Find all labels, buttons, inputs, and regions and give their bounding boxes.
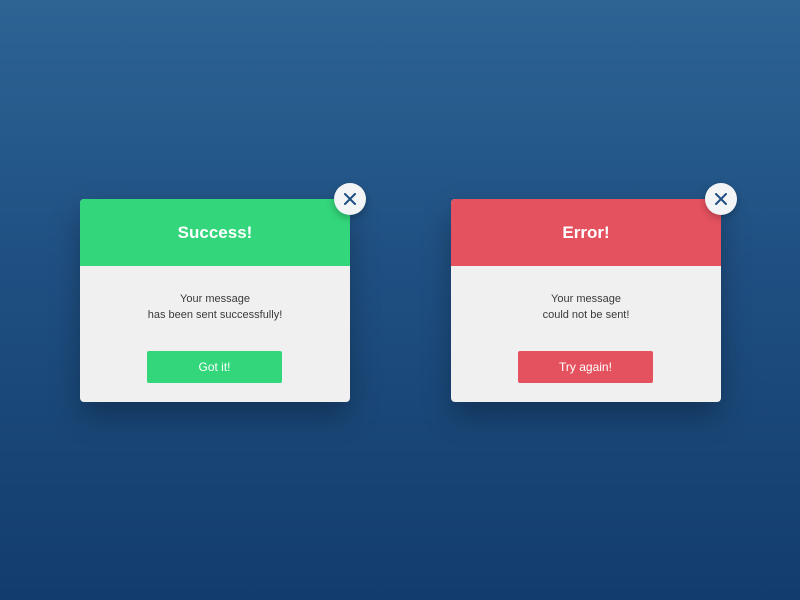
error-dialog: Error! Your message could not be sent! T…: [451, 183, 737, 402]
error-message-line-1: Your message: [551, 293, 621, 305]
error-dialog-title: Error!: [562, 222, 610, 242]
success-dialog-message: Your message has been sent successfully!: [80, 291, 350, 323]
success-message-line-2: has been sent successfully!: [147, 309, 283, 321]
success-dialog-header: Success!: [80, 199, 350, 266]
error-close-button[interactable]: [705, 183, 737, 215]
error-dialog-message: Your message could not be sent!: [451, 291, 721, 323]
success-dialog: Success! Your message has been sent succ…: [80, 183, 366, 402]
success-message-line-1: Your message: [180, 293, 250, 305]
try-again-button[interactable]: Try again!: [518, 351, 653, 383]
error-dialog-header: Error!: [451, 199, 721, 266]
success-close-button[interactable]: [334, 183, 366, 215]
close-icon: [715, 193, 727, 205]
close-icon: [344, 193, 356, 205]
error-message-line-2: could not be sent!: [542, 309, 630, 321]
success-dialog-title: Success!: [177, 222, 253, 242]
got-it-button[interactable]: Got it!: [147, 351, 282, 383]
